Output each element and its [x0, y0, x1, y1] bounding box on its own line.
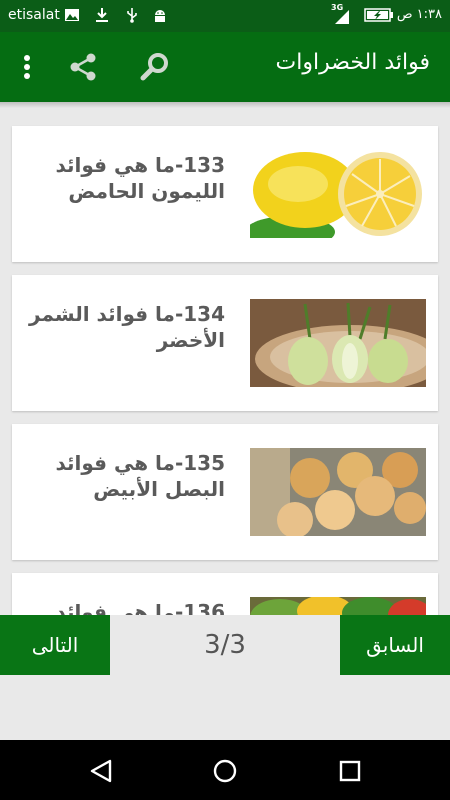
previous-button[interactable]: السابق	[340, 615, 450, 675]
recents-icon[interactable]	[337, 758, 363, 784]
usb-icon	[127, 8, 137, 23]
list-item[interactable]: 135-ما هي فوائد البصل الأبيض	[12, 424, 438, 560]
more-vert-icon[interactable]	[10, 50, 44, 84]
list-item-title: 134-ما فوائد الشمر الأخضر	[29, 302, 225, 352]
page-title: فوائد الخضراوات	[275, 50, 430, 75]
app-bar-shadow	[0, 102, 450, 108]
next-button[interactable]: التالى	[0, 615, 110, 675]
list-item-title: 136-ما هي فوائد	[55, 600, 225, 615]
list-item[interactable]: 136-ما هي فوائد	[12, 573, 438, 615]
pager: التالى 3/3 السابق	[0, 615, 450, 675]
fennel-image	[250, 299, 426, 387]
signal-icon	[335, 10, 349, 24]
android-icon	[155, 10, 165, 22]
battery-charging-icon	[364, 8, 393, 22]
image-icon	[65, 9, 79, 21]
article-list[interactable]: 133-ما هي فوائد الليمون الحامض 134-ما فو…	[0, 112, 450, 615]
back-icon[interactable]	[88, 758, 114, 784]
onion-image	[250, 448, 426, 536]
clock: ١:٣٨ ص	[396, 7, 442, 22]
list-item-title: 135-ما هي فوائد البصل الأبيض	[55, 451, 225, 501]
share-icon[interactable]	[66, 50, 100, 84]
lemon-image	[250, 150, 426, 238]
carrier-label: etisalat	[8, 7, 60, 23]
search-icon[interactable]	[138, 50, 172, 84]
download-icon	[96, 8, 108, 22]
list-item[interactable]: 133-ما هي فوائد الليمون الحامض	[12, 126, 438, 262]
status-bar: etisalat 3G ١:٣٨ ص	[0, 0, 450, 32]
list-item[interactable]: 134-ما فوائد الشمر الأخضر	[12, 275, 438, 411]
app-bar: فوائد الخضراوات	[0, 32, 450, 102]
navigation-bar	[0, 740, 450, 800]
peppers-image	[250, 597, 426, 615]
list-item-title: 133-ما هي فوائد الليمون الحامض	[55, 153, 225, 203]
page-indicator: 3/3	[204, 630, 246, 660]
home-icon[interactable]	[212, 758, 238, 784]
